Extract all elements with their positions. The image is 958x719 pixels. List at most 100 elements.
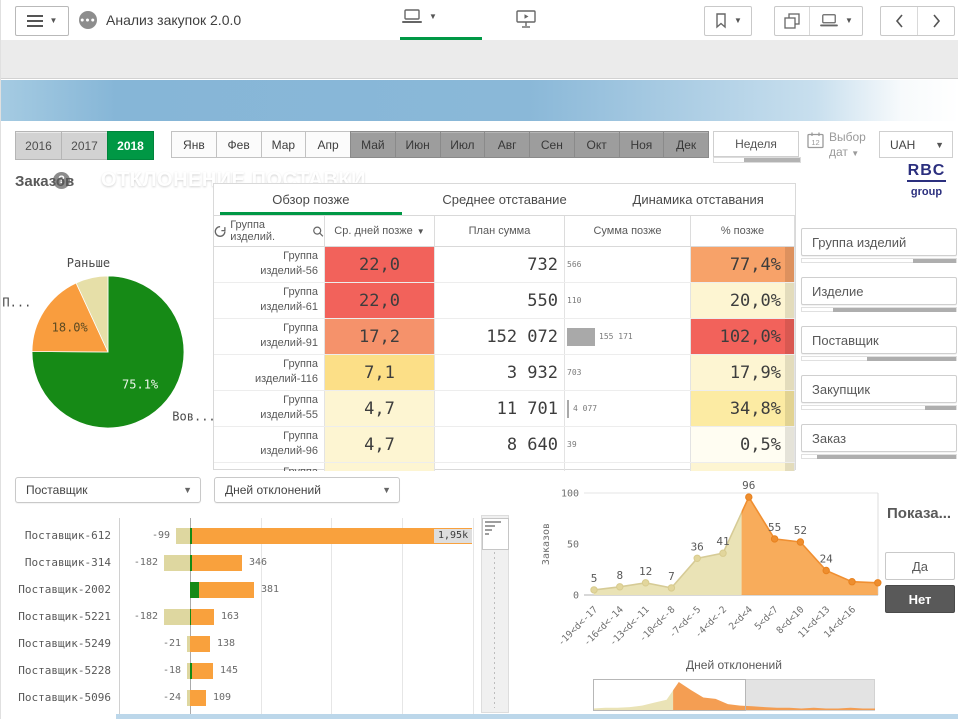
plan-sum-cell[interactable]: 732	[435, 247, 565, 282]
month-button-11[interactable]: Ноя	[619, 131, 665, 158]
month-button-10[interactable]: Окт	[574, 131, 620, 158]
scroll-thumb[interactable]	[817, 455, 956, 459]
plan-sum-cell[interactable]: 152 072	[435, 319, 565, 354]
year-button-2018[interactable]: 2018	[107, 131, 154, 160]
filter-pane-scrollbar-4[interactable]	[801, 405, 957, 410]
duplicate-sheet-button[interactable]	[775, 7, 809, 35]
late-sum-cell[interactable]: 566	[565, 247, 691, 282]
column-header-5[interactable]: % позже	[691, 216, 795, 246]
previous-sheet-button[interactable]	[881, 7, 917, 35]
data-point[interactable]	[591, 587, 597, 593]
filter-pane-scrollbar-5[interactable]	[801, 454, 957, 459]
late-bar[interactable]	[192, 555, 242, 571]
table-row-1[interactable]: Группаизделий-5622,073256677,4%	[214, 247, 795, 283]
month-button-4[interactable]: Апр	[305, 131, 351, 158]
scroll-thumb[interactable]	[867, 357, 956, 361]
scroll-viewport[interactable]	[482, 518, 509, 550]
month-button-7[interactable]: Июл	[440, 131, 486, 158]
sheet-view-button[interactable]: ▼	[401, 8, 437, 26]
table-row-6[interactable]: Группаизделий-964,78 640390,5%	[214, 427, 795, 463]
column-header-4[interactable]: Сумма позже	[565, 216, 691, 246]
plan-sum-cell[interactable]: 8 640	[435, 427, 565, 462]
week-filter-scrollbar[interactable]	[713, 157, 801, 163]
measure-select-deviation-days[interactable]: Дней отклонений▼	[214, 477, 400, 503]
month-button-6[interactable]: Июн	[395, 131, 441, 158]
search-icon[interactable]	[312, 225, 324, 238]
avg-days-late-cell[interactable]: 4,7	[325, 391, 435, 426]
month-button-12[interactable]: Дек	[663, 131, 709, 158]
year-button-2016[interactable]: 2016	[15, 131, 62, 160]
table-row-2[interactable]: Группаизделий-6122,055011020,0%	[214, 283, 795, 319]
column-header-2[interactable]: Ср. дней позже▼	[325, 216, 435, 246]
table-row-5[interactable]: Группаизделий-554,711 7014 07734,8%	[214, 391, 795, 427]
filter-pane-1[interactable]: Группа изделий	[801, 228, 957, 256]
column-header-1[interactable]: Группа изделий.	[214, 216, 325, 246]
date-picker-button[interactable]: 12 Выбор дат ▼	[807, 130, 877, 161]
month-button-5[interactable]: Май	[350, 131, 396, 158]
avg-days-late-cell[interactable]: 22,0	[325, 247, 435, 282]
minimap-outside-range[interactable]	[746, 680, 875, 711]
plan-sum-cell[interactable]: 3 932	[435, 355, 565, 390]
month-button-3[interactable]: Мар	[261, 131, 307, 158]
refresh-icon[interactable]	[214, 225, 226, 238]
data-point[interactable]	[642, 580, 648, 586]
group-cell[interactable]: Группаизделий-116	[214, 355, 325, 390]
data-point[interactable]	[668, 585, 674, 591]
pct-late-cell[interactable]: 77,4%	[691, 247, 795, 282]
pct-late-cell[interactable]: 34,8%	[691, 391, 795, 426]
late-bar[interactable]	[199, 582, 254, 598]
deviation-range-minimap[interactable]	[593, 679, 875, 712]
pct-late-cell[interactable]: 20,0%	[691, 283, 795, 318]
data-point[interactable]	[694, 555, 700, 561]
dimension-select-supplier[interactable]: Поставщик▼	[15, 477, 201, 503]
scroll-thumb[interactable]	[833, 308, 956, 312]
data-point[interactable]	[875, 580, 881, 586]
bar-chart-scroll-minimap[interactable]	[481, 515, 509, 713]
filter-pane-4[interactable]: Закупщик	[801, 375, 957, 403]
month-button-9[interactable]: Сен	[529, 131, 575, 158]
late-bar[interactable]	[192, 528, 472, 544]
avg-days-late-cell[interactable]: 7,1	[325, 355, 435, 390]
table-tab-2[interactable]: Среднее отставание	[408, 184, 602, 215]
group-cell[interactable]: Группаизделий-91	[214, 319, 325, 354]
next-sheet-button[interactable]	[917, 7, 954, 35]
table-row-3[interactable]: Группаизделий-9117,2152 072155 171102,0%	[214, 319, 795, 355]
plan-sum-cell[interactable]: 550	[435, 283, 565, 318]
month-button-2[interactable]: Фев	[216, 131, 262, 158]
scroll-thumb[interactable]	[913, 259, 956, 263]
early-bar[interactable]	[176, 528, 190, 544]
group-cell[interactable]: Группаизделий-55	[214, 391, 325, 426]
data-point[interactable]	[617, 584, 623, 590]
filter-pane-scrollbar-2[interactable]	[801, 307, 957, 312]
plan-sum-cell[interactable]: 11 701	[435, 391, 565, 426]
early-bar[interactable]	[164, 609, 190, 625]
year-button-2017[interactable]: 2017	[61, 131, 108, 160]
late-bar[interactable]	[190, 636, 210, 652]
early-bar[interactable]	[164, 555, 190, 571]
late-sum-cell[interactable]: 110	[565, 283, 691, 318]
group-cell[interactable]: Группаизделий-56	[214, 247, 325, 282]
data-point[interactable]	[823, 567, 829, 573]
filter-pane-2[interactable]: Изделие	[801, 277, 957, 305]
filter-pane-3[interactable]: Поставщик	[801, 326, 957, 354]
table-row-4[interactable]: Группаизделий-1167,13 93270317,9%	[214, 355, 795, 391]
data-point[interactable]	[746, 494, 752, 500]
supplier-deviation-bar-chart[interactable]: Поставщик-612-991,95kПоставщик-314-18234…	[1, 510, 511, 715]
data-point[interactable]	[771, 536, 777, 542]
presentation-icon[interactable]	[515, 9, 537, 29]
table-tab-3[interactable]: Динамика отставания	[601, 184, 795, 215]
bookmarks-button[interactable]: ▼	[704, 6, 752, 36]
data-point[interactable]	[720, 550, 726, 556]
month-button-8[interactable]: Авг	[484, 131, 530, 158]
late-sum-cell[interactable]: 703	[565, 355, 691, 390]
data-point[interactable]	[797, 539, 803, 545]
column-header-3[interactable]: План сумма	[435, 216, 565, 246]
filter-pane-5[interactable]: Заказ	[801, 424, 957, 452]
pct-late-cell[interactable]: 102,0%	[691, 319, 795, 354]
month-button-1[interactable]: Янв	[171, 131, 217, 158]
sheet-navigator-button[interactable]: ▼	[809, 7, 862, 35]
filter-pane-scrollbar-1[interactable]	[801, 258, 957, 263]
pct-late-cell[interactable]: 0,5%	[691, 427, 795, 462]
global-menu-button[interactable]: ▼	[15, 6, 69, 36]
show-yes-button[interactable]: Да	[885, 552, 955, 580]
